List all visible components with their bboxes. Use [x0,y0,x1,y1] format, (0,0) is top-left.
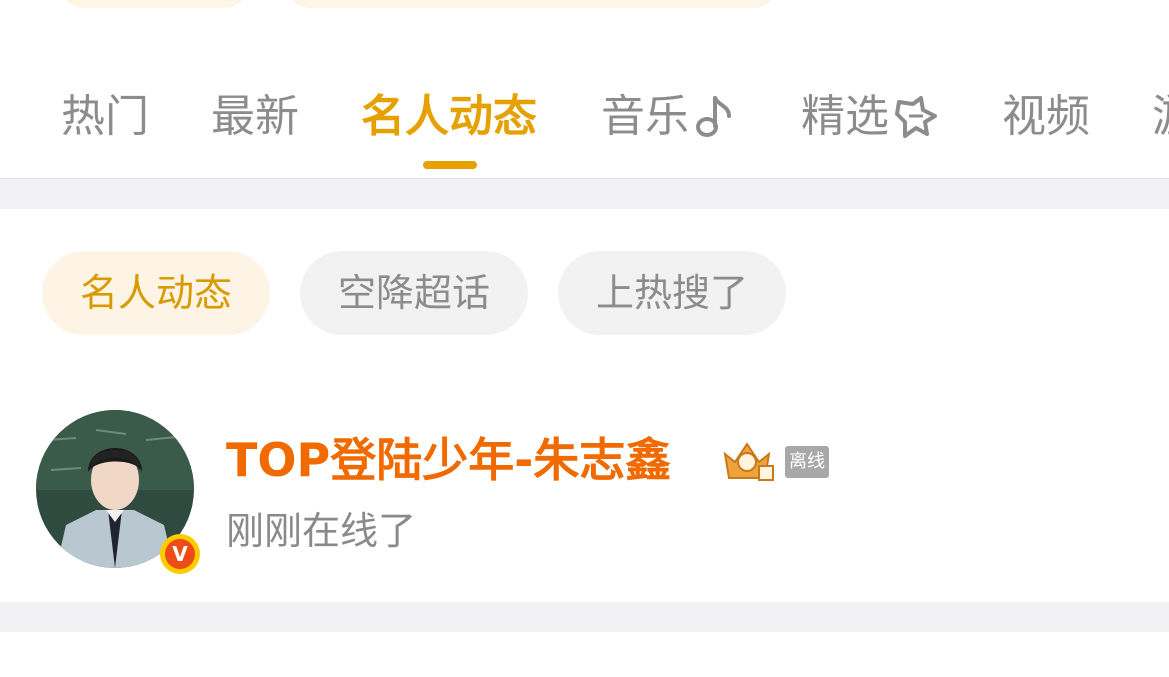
crown-badge-icon [723,442,774,481]
music-note-icon [696,96,731,137]
chip-airdrop-supertopic[interactable]: 空降超话 [300,251,528,335]
main-tab-bar: 热门 最新 名人动态 音乐 精选 视频 游 [0,82,1169,152]
tab-game[interactable]: 游 [1152,82,1169,152]
chip-label: 上热搜了 [595,271,748,315]
tab-label: 音乐 [601,91,689,142]
star-badge-icon [895,96,937,138]
chip-trending[interactable]: 上热搜了 [558,251,786,335]
tab-label: 精选 [801,91,889,142]
section-separator [0,602,1169,632]
page: 热门 最新 名人动态 音乐 精选 视频 游 [0,0,1169,677]
top-pill-left[interactable] [60,0,248,8]
verified-v-icon: V [165,539,195,569]
verified-badge: V [160,534,200,574]
chip-label: 空降超话 [337,271,490,315]
tab-hot[interactable]: 热门 [61,82,149,152]
offline-status-badge: 离线 [785,446,829,478]
active-tab-indicator [423,161,477,169]
section-separator [0,179,1169,209]
chip-label: 名人动态 [79,271,232,315]
tab-label: 最新 [211,91,299,142]
tab-celebrity-updates[interactable]: 名人动态 [361,82,537,152]
tab-label: 名人动态 [361,91,537,142]
tab-label: 视频 [1002,91,1090,142]
chip-celebrity-updates[interactable]: 名人动态 [42,251,270,335]
tab-featured[interactable]: 精选 [801,82,939,152]
tab-latest[interactable]: 最新 [211,82,299,152]
tab-label: 游 [1152,82,1169,152]
activity-status: 刚刚在线了 [226,509,417,553]
tab-label: 热门 [61,91,149,142]
tab-video[interactable]: 视频 [1002,82,1090,152]
tab-music[interactable]: 音乐 [601,82,733,152]
top-pill-right[interactable] [286,0,778,8]
username[interactable]: TOP登陆少年-朱志鑫 [226,428,671,492]
